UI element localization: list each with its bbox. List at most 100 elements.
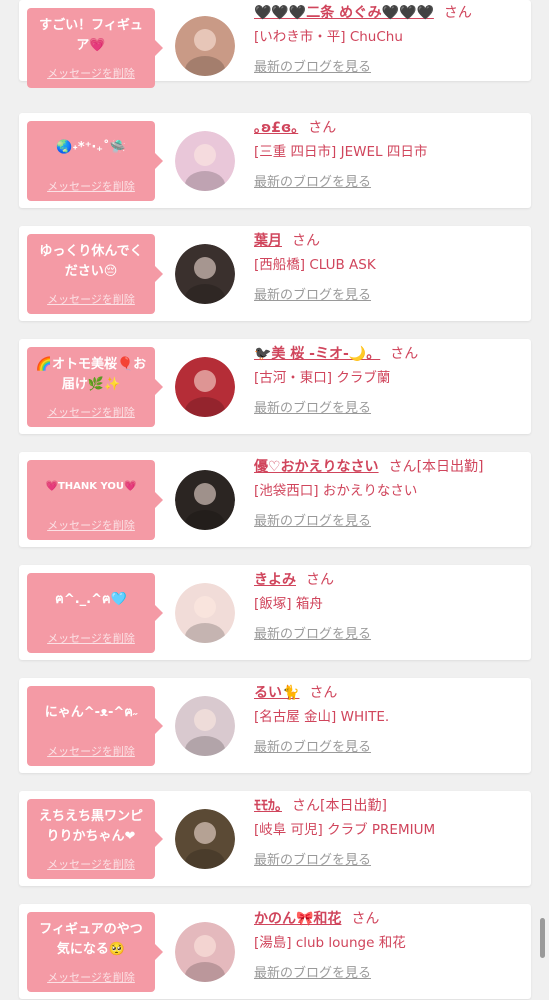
area-shop: [岐阜 可児] クラブ PREMIUM (254, 822, 436, 838)
latest-blog-link[interactable]: 最新のブログを見る (254, 739, 371, 757)
honorific: さん (443, 5, 472, 21)
delete-message-link[interactable]: メッセージを削除 (27, 65, 155, 81)
girl-name-link[interactable]: 優♡おかえりなさい (254, 459, 379, 475)
latest-blog-link[interactable]: 最新のブログを見る (254, 852, 371, 870)
message-card: すごい！フィギュア💗 メッセージを削除 🖤🖤🖤二条 めぐみ🖤🖤🖤 さん [いわき市… (19, 0, 531, 88)
name-line: きよみ さん (254, 570, 527, 590)
delete-message-link[interactable]: メッセージを削除 (27, 743, 155, 759)
delete-message-link[interactable]: メッセージを削除 (27, 291, 155, 307)
name-line: ﾓﾓｶ｡ さん[本日出勤] (254, 796, 527, 816)
girl-name-link[interactable]: ﾓﾓｶ｡ (254, 798, 282, 814)
message-card: にゃん^-ᴥ-^ฅ˶ メッセージを削除 るい🐈 さん [名古屋 金山] WHITE… (19, 678, 531, 773)
girl-info: ﾓﾓｶ｡ さん[本日出勤] [岐阜 可児] クラブ PREMIUM 最新のブログを… (254, 796, 527, 870)
avatar[interactable] (175, 357, 235, 417)
message-text: すごい！フィギュア💗 (39, 18, 143, 53)
name-line: かのん🎀和花 さん (254, 909, 527, 929)
delete-message-link[interactable]: メッセージを削除 (27, 856, 155, 872)
avatar[interactable] (175, 131, 235, 191)
message-text: ゆっくり休んでください😔 (39, 244, 143, 279)
message-bubble: すごい！フィギュア💗 メッセージを削除 (27, 8, 163, 88)
message-bubble: ฅ^._.^ฅ🩵 メッセージを削除 (27, 573, 163, 653)
girl-name-link[interactable]: 🖤🖤🖤二条 めぐみ🖤🖤🖤 (254, 5, 434, 21)
girl-info: きよみ さん [飯塚] 箱舟 最新のブログを見る (254, 570, 527, 644)
status-badge: [本日出勤] (320, 798, 387, 814)
avatar[interactable] (175, 16, 235, 76)
girl-info: 🐦‍⬛美 桜 -ミオ-🌙。 さん [古河・東口] クラブ蘭 最新のブログを見る (254, 344, 527, 418)
girl-name-link[interactable]: 葉月 (254, 233, 282, 249)
message-card: ゆっくり休んでください😔 メッセージを削除 葉月 さん [西船橋] CLUB AS… (19, 226, 531, 321)
latest-blog-link[interactable]: 最新のブログを見る (254, 59, 371, 77)
message-card: 💗THANK YOU💗 メッセージを削除 優♡おかえりなさい さん[本日出勤] [… (19, 452, 531, 547)
girl-info: 🖤🖤🖤二条 めぐみ🖤🖤🖤 さん [いわき市・平] ChuChu 最新のブログを見る (254, 3, 527, 77)
delete-message-link[interactable]: メッセージを削除 (27, 517, 155, 533)
avatar[interactable] (175, 244, 235, 304)
delete-message-link[interactable]: メッセージを削除 (27, 178, 155, 194)
delete-message-link[interactable]: メッセージを削除 (27, 404, 155, 420)
status-badge: [本日出勤] (416, 459, 484, 475)
latest-blog-link[interactable]: 最新のブログを見る (254, 174, 371, 192)
message-text: にゃん^-ᴥ-^ฅ˶ (44, 705, 138, 720)
message-bubble: ゆっくり休んでください😔 メッセージを削除 (27, 234, 163, 314)
message-card: えちえち黒ワンピりりかちゃん❤︎ メッセージを削除 ﾓﾓｶ｡ さん[本日出勤] [… (19, 791, 531, 886)
message-text: 🌏˖*⁺‧₊˚🛸 (56, 140, 126, 155)
message-bubble: 🌈オトモ美桜🎈お届け🌿✨ メッセージを削除 (27, 347, 163, 427)
message-text: 🌈オトモ美桜🎈お届け🌿✨ (35, 357, 147, 392)
message-bubble: フィギュアのやつ気になる🥺 メッセージを削除 (27, 912, 163, 992)
girl-name-link[interactable]: ｡ʚ£ɞ｡ (254, 120, 298, 136)
area-shop: [三重 四日市] JEWEL 四日市 (254, 144, 428, 160)
avatar[interactable] (175, 470, 235, 530)
avatar[interactable] (175, 922, 235, 982)
avatar[interactable] (175, 809, 235, 869)
area-shop: [西船橋] CLUB ASK (254, 257, 376, 273)
area-shop: [名古屋 金山] WHITE. (254, 709, 390, 725)
girl-info: るい🐈 さん [名古屋 金山] WHITE. 最新のブログを見る (254, 683, 527, 757)
latest-blog-link[interactable]: 最新のブログを見る (254, 965, 371, 983)
area-shop: [湯島] club lounge 和花 (254, 935, 406, 951)
girl-info: かのん🎀和花 さん [湯島] club lounge 和花 最新のブログを見る (254, 909, 527, 983)
scrollbar[interactable] (540, 918, 545, 958)
message-card: フィギュアのやつ気になる🥺 メッセージを削除 かのん🎀和花 さん [湯島] clu… (19, 904, 531, 999)
latest-blog-link[interactable]: 最新のブログを見る (254, 626, 371, 644)
honorific: さん (390, 346, 419, 362)
message-text: ฅ^._.^ฅ🩵 (55, 592, 127, 607)
delete-message-link[interactable]: メッセージを削除 (27, 969, 155, 985)
message-text: フィギュアのやつ気になる🥺 (39, 922, 143, 957)
latest-blog-link[interactable]: 最新のブログを見る (254, 400, 371, 418)
girl-info: 葉月 さん [西船橋] CLUB ASK 最新のブログを見る (254, 231, 527, 305)
honorific: さん (351, 911, 380, 927)
name-line: 葉月 さん (254, 231, 527, 251)
message-text: えちえち黒ワンピりりかちゃん❤︎ (38, 809, 143, 844)
girl-info: ｡ʚ£ɞ｡ さん [三重 四日市] JEWEL 四日市 最新のブログを見る (254, 118, 527, 192)
area-shop: [飯塚] 箱舟 (254, 596, 323, 612)
girl-name-link[interactable]: きよみ (254, 572, 296, 588)
honorific: さん (292, 233, 320, 249)
girl-name-link[interactable]: るい🐈 (254, 685, 299, 701)
message-card: 🌏˖*⁺‧₊˚🛸 メッセージを削除 ｡ʚ£ɞ｡ さん [三重 四日市] JEWEL… (19, 113, 531, 208)
area-shop: [いわき市・平] ChuChu (254, 29, 403, 45)
latest-blog-link[interactable]: 最新のブログを見る (254, 513, 371, 531)
honorific: さん (308, 120, 337, 136)
latest-blog-link[interactable]: 最新のブログを見る (254, 287, 371, 305)
area-shop: [古河・東口] クラブ蘭 (254, 370, 391, 386)
girl-name-link[interactable]: 🐦‍⬛美 桜 -ミオ-🌙。 (254, 346, 380, 362)
message-bubble: えちえち黒ワンピりりかちゃん❤︎ メッセージを削除 (27, 799, 163, 879)
girl-info: 優♡おかえりなさい さん[本日出勤] [池袋西口] おかえりなさい 最新のブログを… (254, 457, 527, 531)
name-line: るい🐈 さん (254, 683, 527, 703)
message-text: 💗THANK YOU💗 (45, 481, 137, 492)
avatar[interactable] (175, 583, 235, 643)
message-bubble: 🌏˖*⁺‧₊˚🛸 メッセージを削除 (27, 121, 163, 201)
message-card: 🌈オトモ美桜🎈お届け🌿✨ メッセージを削除 🐦‍⬛美 桜 -ミオ-🌙。 さん [古… (19, 339, 531, 434)
avatar[interactable] (175, 696, 235, 756)
area-shop: [池袋西口] おかえりなさい (254, 483, 418, 499)
honorific: さん (292, 798, 320, 814)
honorific: さん (306, 572, 334, 588)
message-bubble: 💗THANK YOU💗 メッセージを削除 (27, 460, 163, 540)
name-line: 🐦‍⬛美 桜 -ミオ-🌙。 さん (254, 344, 527, 364)
honorific: さん (388, 459, 417, 475)
name-line: 優♡おかえりなさい さん[本日出勤] (254, 457, 527, 477)
girl-name-link[interactable]: かのん🎀和花 (254, 911, 341, 927)
delete-message-link[interactable]: メッセージを削除 (27, 630, 155, 646)
name-line: 🖤🖤🖤二条 めぐみ🖤🖤🖤 さん (254, 3, 527, 23)
message-card: ฅ^._.^ฅ🩵 メッセージを削除 きよみ さん [飯塚] 箱舟 最新のブログを見… (19, 565, 531, 660)
name-line: ｡ʚ£ɞ｡ さん (254, 118, 527, 138)
